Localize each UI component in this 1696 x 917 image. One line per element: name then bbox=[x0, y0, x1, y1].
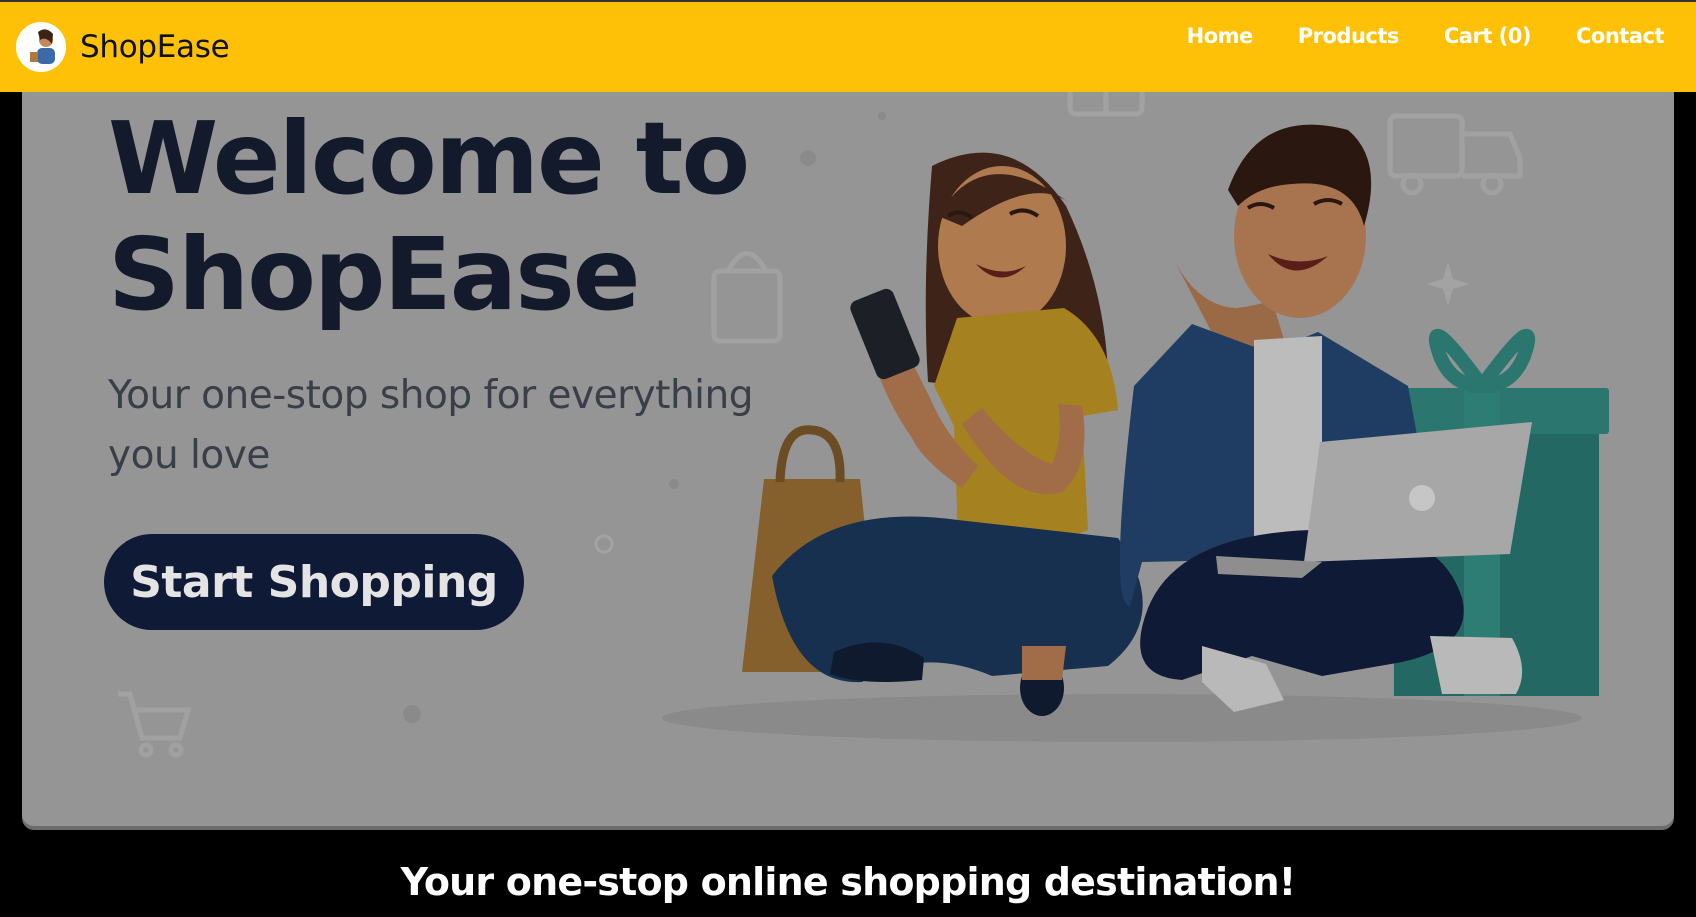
nav-products[interactable]: Products bbox=[1298, 24, 1400, 48]
nav-home[interactable]: Home bbox=[1187, 24, 1254, 48]
hero-title: Welcome to ShopEase bbox=[108, 100, 750, 333]
hero-subtitle: Your one-stop shop for everything you lo… bbox=[108, 373, 754, 478]
main-nav: Home Products Cart (0) Contact bbox=[1142, 24, 1665, 48]
brand-name: ShopEase bbox=[80, 29, 230, 65]
brand-logo[interactable]: ShopEase bbox=[16, 22, 230, 72]
navbar: ShopEase Home Products Cart (0) Contact bbox=[0, 0, 1696, 92]
nav-cart[interactable]: Cart (0) bbox=[1444, 24, 1532, 48]
start-shopping-button[interactable]: Start Shopping bbox=[104, 534, 524, 630]
delivery-truck-icon bbox=[1387, 113, 1523, 196]
hero-banner: Welcome to ShopEase Your one-stop shop fo… bbox=[22, 86, 1674, 826]
nav-contact[interactable]: Contact bbox=[1576, 24, 1665, 48]
site-tagline: Your one-stop online shopping destinatio… bbox=[400, 860, 1297, 904]
sparkle-icon bbox=[1426, 262, 1470, 306]
logo-avatar-icon bbox=[16, 22, 66, 72]
shopping-cart-icon bbox=[118, 691, 192, 758]
